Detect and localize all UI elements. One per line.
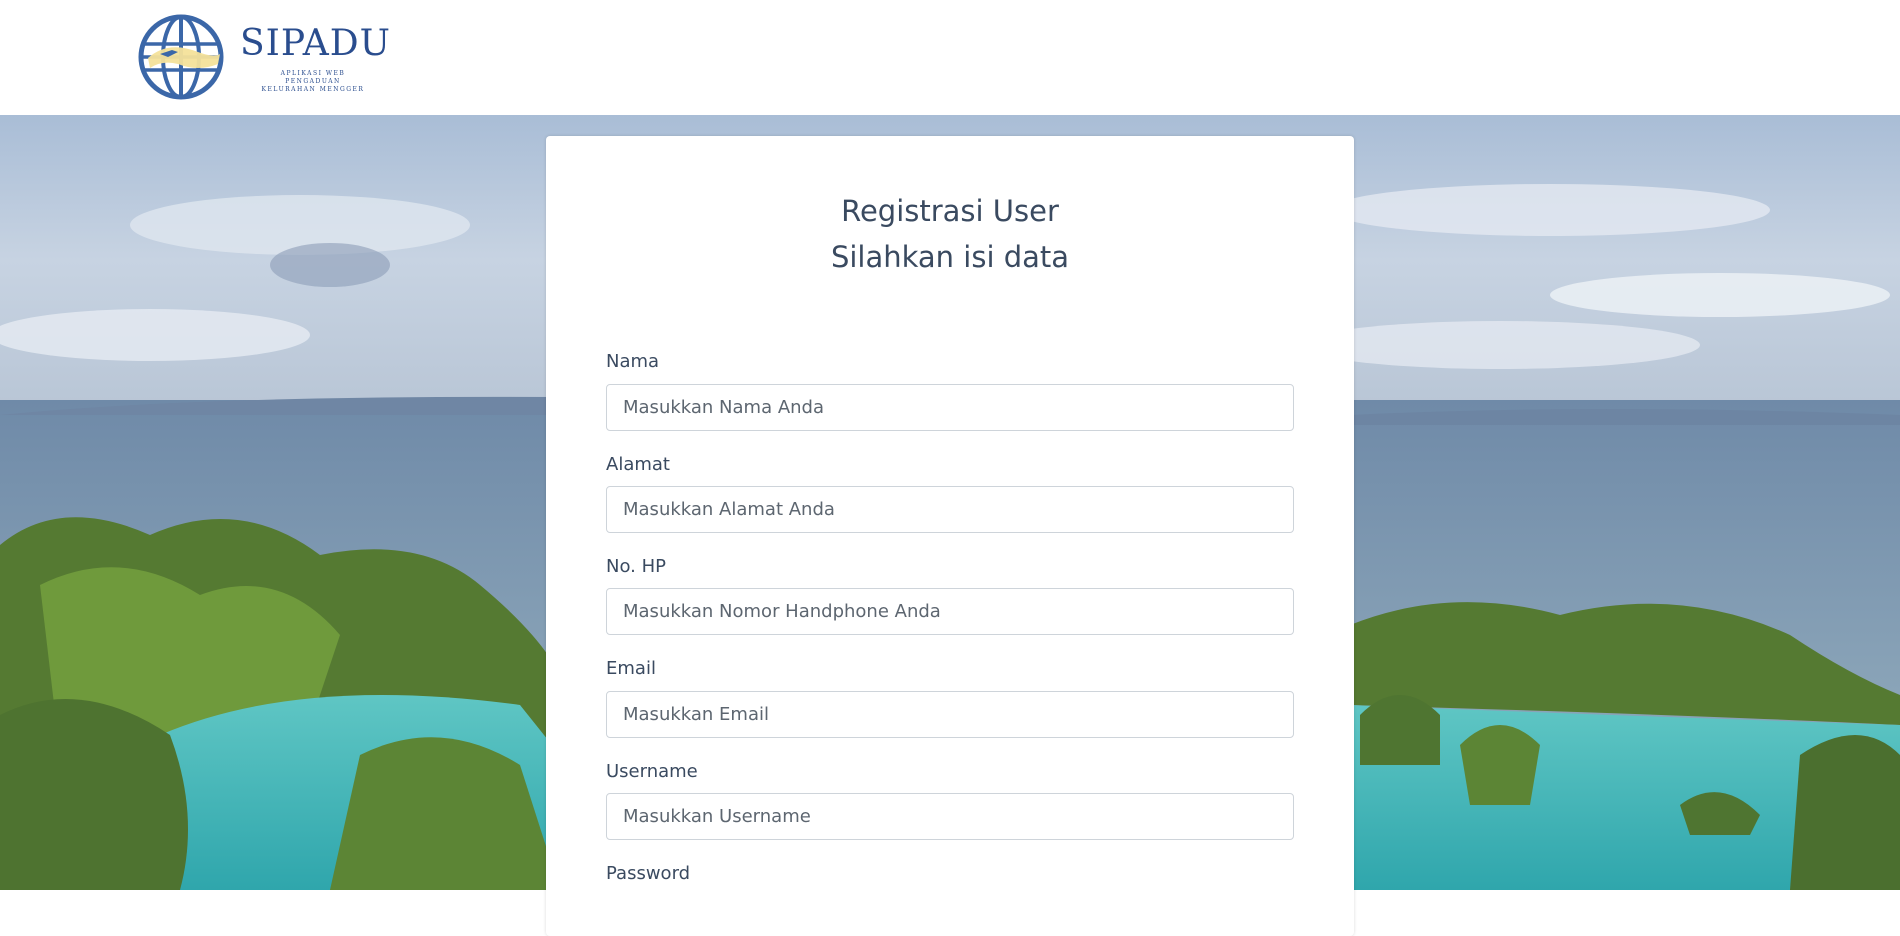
registration-card: Registrasi User Silahkan isi data Nama A… (546, 136, 1354, 936)
card-subtitle: Silahkan isi data (830, 240, 1070, 274)
app-logo[interactable]: SIPADU APLIKASI WEB PENGADUAN KELURAHAN … (138, 14, 390, 102)
tagline-line: PENGADUAN (285, 78, 341, 85)
email-label: Email (606, 658, 656, 679)
top-header: SIPADU APLIKASI WEB PENGADUAN KELURAHAN … (0, 0, 1900, 115)
address-input[interactable] (606, 486, 1294, 533)
email-input[interactable] (606, 691, 1294, 738)
card-title: Registrasi User (841, 194, 1059, 228)
username-label: Username (606, 761, 698, 782)
app-name: SIPADU (240, 23, 392, 64)
name-label: Nama (606, 351, 660, 372)
password-label: Password (606, 863, 691, 884)
tagline-line: APLIKASI WEB (280, 70, 346, 77)
address-label: Alamat (606, 454, 670, 475)
username-input[interactable] (606, 793, 1294, 840)
name-input[interactable] (606, 384, 1294, 431)
phone-label: No. HP (606, 556, 666, 577)
tagline-line: KELURAHAN MENGGER (261, 86, 365, 93)
phone-input[interactable] (606, 588, 1294, 635)
app-tagline: APLIKASI WEB PENGADUAN KELURAHAN MENGGER (258, 70, 368, 94)
globe-logo-icon (138, 14, 224, 100)
